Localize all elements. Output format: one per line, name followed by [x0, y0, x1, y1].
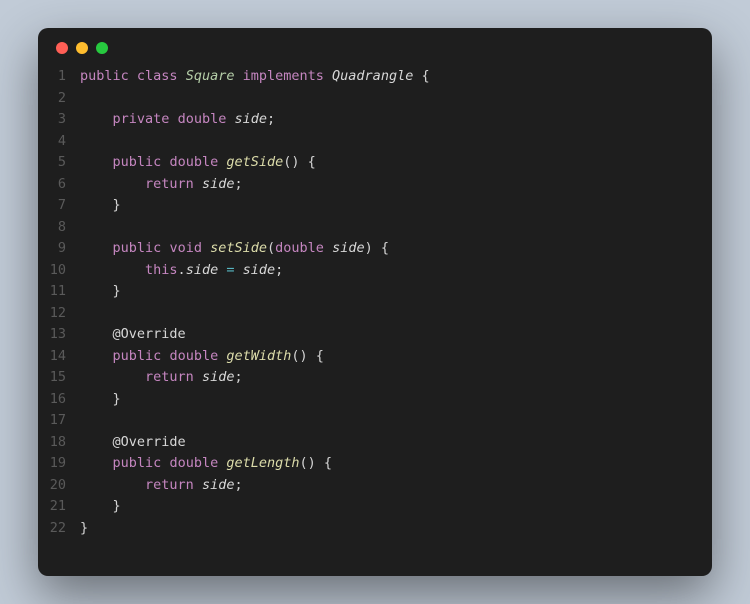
line-number: 6 — [38, 174, 80, 196]
line-number: 14 — [38, 346, 80, 368]
code-content: public double getSide() { — [80, 152, 712, 174]
line-number: 22 — [38, 518, 80, 540]
code-content — [80, 410, 712, 432]
line-number: 3 — [38, 109, 80, 131]
code-line: 21 } — [38, 496, 712, 518]
minimize-icon[interactable] — [76, 42, 88, 54]
line-number: 13 — [38, 324, 80, 346]
code-line: 12 — [38, 303, 712, 325]
line-number: 18 — [38, 432, 80, 454]
code-content — [80, 303, 712, 325]
code-content: public double getLength() { — [80, 453, 712, 475]
line-number: 11 — [38, 281, 80, 303]
code-content: this.side = side; — [80, 260, 712, 282]
line-number: 15 — [38, 367, 80, 389]
code-line: 10 this.side = side; — [38, 260, 712, 282]
line-number: 21 — [38, 496, 80, 518]
code-content: } — [80, 281, 712, 303]
line-number: 20 — [38, 475, 80, 497]
code-line: 17 — [38, 410, 712, 432]
code-line: 6 return side; — [38, 174, 712, 196]
code-line: 3 private double side; — [38, 109, 712, 131]
code-content: public void setSide(double side) { — [80, 238, 712, 260]
code-line: 18 @Override — [38, 432, 712, 454]
code-line: 22} — [38, 518, 712, 540]
code-content — [80, 131, 712, 153]
code-line: 1public class Square implements Quadrang… — [38, 66, 712, 88]
code-line: 13 @Override — [38, 324, 712, 346]
code-content: } — [80, 518, 712, 540]
code-content: } — [80, 389, 712, 411]
code-line: 16 } — [38, 389, 712, 411]
code-content: } — [80, 496, 712, 518]
code-content — [80, 88, 712, 110]
code-line: 8 — [38, 217, 712, 239]
code-content: return side; — [80, 367, 712, 389]
code-line: 20 return side; — [38, 475, 712, 497]
code-line: 2 — [38, 88, 712, 110]
code-line: 4 — [38, 131, 712, 153]
line-number: 4 — [38, 131, 80, 153]
code-content: @Override — [80, 432, 712, 454]
line-number: 19 — [38, 453, 80, 475]
code-editor[interactable]: 1public class Square implements Quadrang… — [38, 58, 712, 576]
line-number: 8 — [38, 217, 80, 239]
line-number: 7 — [38, 195, 80, 217]
code-line: 7 } — [38, 195, 712, 217]
line-number: 17 — [38, 410, 80, 432]
line-number: 2 — [38, 88, 80, 110]
code-content: return side; — [80, 174, 712, 196]
close-icon[interactable] — [56, 42, 68, 54]
code-content — [80, 217, 712, 239]
line-number: 1 — [38, 66, 80, 88]
line-number: 16 — [38, 389, 80, 411]
code-line: 11 } — [38, 281, 712, 303]
code-line: 14 public double getWidth() { — [38, 346, 712, 368]
code-window: 1public class Square implements Quadrang… — [38, 28, 712, 576]
code-content: public class Square implements Quadrangl… — [80, 66, 712, 88]
code-content: @Override — [80, 324, 712, 346]
code-content: } — [80, 195, 712, 217]
line-number: 12 — [38, 303, 80, 325]
line-number: 10 — [38, 260, 80, 282]
zoom-icon[interactable] — [96, 42, 108, 54]
code-line: 9 public void setSide(double side) { — [38, 238, 712, 260]
code-line: 5 public double getSide() { — [38, 152, 712, 174]
code-content: private double side; — [80, 109, 712, 131]
code-line: 19 public double getLength() { — [38, 453, 712, 475]
code-content: return side; — [80, 475, 712, 497]
titlebar — [38, 28, 712, 58]
line-number: 5 — [38, 152, 80, 174]
line-number: 9 — [38, 238, 80, 260]
code-line: 15 return side; — [38, 367, 712, 389]
code-content: public double getWidth() { — [80, 346, 712, 368]
